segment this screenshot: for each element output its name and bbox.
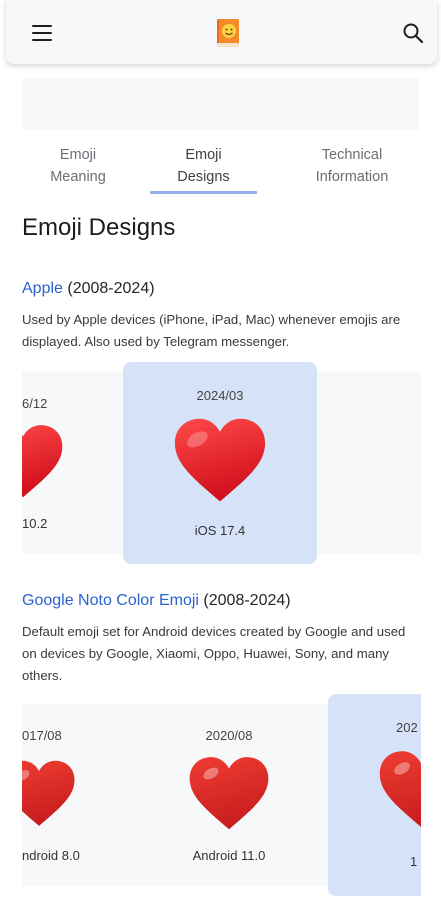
card-date: 6/12 (22, 396, 48, 411)
vendor-link-google[interactable]: Google Noto Color Emoji (22, 592, 199, 609)
tab-emoji-meaning[interactable]: Emoji Meaning (38, 144, 118, 188)
ad-banner-placeholder (22, 78, 419, 130)
tab-bar: Emoji Meaning Emoji Designs Technical In… (0, 138, 441, 196)
design-card[interactable]: 2020/08 Android 11.0 (162, 704, 296, 886)
section-title-google: Google Noto Color Emoji (2008-2024) (22, 592, 291, 610)
card-version: 1 (410, 854, 418, 869)
card-date: 2020/08 (205, 728, 253, 743)
red-heart-emoji (173, 418, 267, 504)
emojipedia-logo-icon[interactable] (214, 17, 242, 49)
section-title-apple: Apple (2008-2024) (22, 280, 155, 298)
card-version: 10.2 (22, 516, 48, 531)
card-version: ndroid 8.0 (22, 848, 80, 863)
red-heart-emoji (378, 750, 421, 830)
card-version: iOS 17.4 (194, 523, 246, 538)
vendor-link-apple[interactable]: Apple (22, 280, 63, 297)
tab-technical-information[interactable]: Technical Information (297, 144, 407, 188)
design-card[interactable]: 6/12 10.2 (22, 372, 82, 554)
red-heart-emoji (22, 756, 76, 832)
vendor-years: (2008-2024) (198, 592, 291, 609)
card-date: 202 (396, 720, 418, 735)
red-heart-emoji (188, 756, 270, 832)
design-card-selected[interactable]: 202 1 (328, 694, 421, 896)
red-heart-emoji (22, 424, 64, 500)
vendor-description: Default emoji set for Android devices cr… (22, 624, 406, 683)
active-tab-indicator (150, 191, 257, 194)
search-icon[interactable] (402, 22, 424, 44)
page-title: Emoji Designs (22, 214, 176, 241)
card-date: 017/08 (22, 728, 62, 743)
top-app-bar (6, 0, 437, 64)
card-date: 2024/03 (196, 388, 244, 403)
card-version: Android 11.0 (192, 848, 266, 863)
vendor-description: Used by Apple devices (iPhone, iPad, Mac… (22, 312, 401, 349)
hamburger-menu-icon[interactable] (32, 24, 52, 42)
design-card[interactable]: 017/08 ndroid 8.0 (22, 704, 112, 886)
vendor-years: (2008-2024) (62, 280, 155, 297)
selected-card-highlight: 2024/03 iOS 17.4 (123, 362, 317, 564)
tab-emoji-designs[interactable]: Emoji Designs (150, 144, 257, 188)
